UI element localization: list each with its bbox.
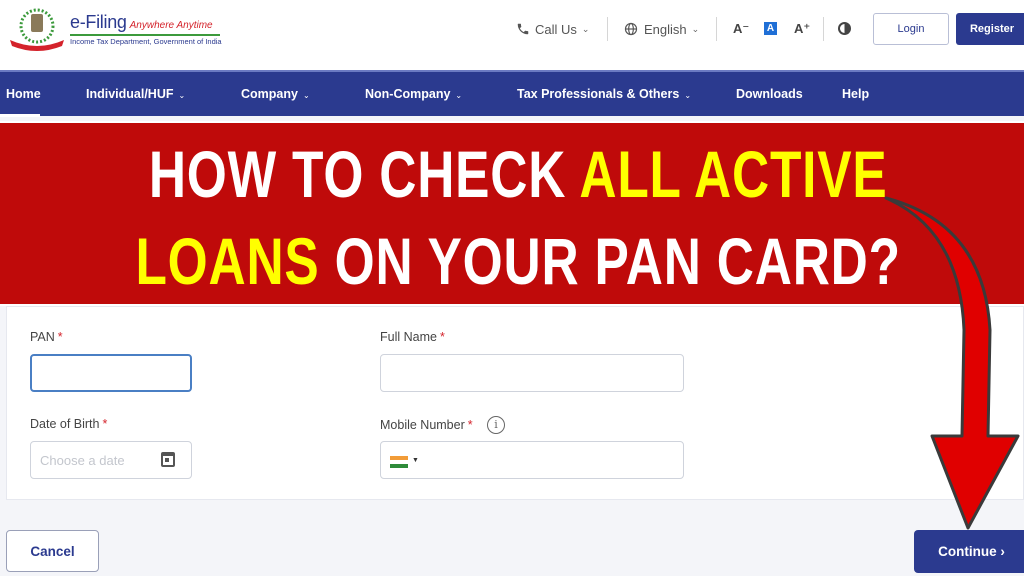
globe-icon <box>624 22 638 36</box>
chevron-down-icon: ⌄ <box>691 23 700 34</box>
brand-divider <box>70 34 220 36</box>
info-icon[interactable]: i <box>487 416 505 434</box>
nav-item-company[interactable]: Company ⌄ <box>241 87 310 101</box>
title-banner: HOW TO CHECK ALL ACTIVE LOANS ON YOUR PA… <box>0 121 1024 306</box>
full-name-input[interactable] <box>380 354 684 392</box>
login-button[interactable]: Login <box>873 13 949 45</box>
chevron-down-icon: ⌄ <box>581 23 590 34</box>
nav-item-downloads[interactable]: Downloads <box>736 87 803 101</box>
dob-placeholder: Choose a date <box>40 453 125 468</box>
brand-subtitle: Income Tax Department, Government of Ind… <box>70 37 222 46</box>
pan-input[interactable] <box>30 354 192 392</box>
top-header: e-Filing Anywhere Anytime Income Tax Depa… <box>0 0 1024 70</box>
banner-line-1: HOW TO CHECK ALL ACTIVE <box>148 137 888 211</box>
cancel-button[interactable]: Cancel <box>6 530 99 572</box>
banner-line-2: LOANS ON YOUR PAN CARD? <box>135 224 901 298</box>
phone-icon <box>517 23 529 35</box>
call-us-dropdown[interactable]: Call Us ⌄ <box>516 12 589 46</box>
page: e-Filing Anywhere Anytime Income Tax Depa… <box>0 0 1024 576</box>
chevron-down-icon: ⌄ <box>302 91 310 100</box>
font-default-button[interactable]: A <box>764 22 777 35</box>
emblem-logo-icon <box>10 8 64 51</box>
font-increase-button[interactable]: A⁺ <box>794 21 810 37</box>
main-nav: Home Individual/HUF ⌄ Company ⌄ Non-Compan… <box>0 70 1024 117</box>
brand-title: e-Filing <box>70 12 127 32</box>
caret-down-icon[interactable]: ▼ <box>412 457 419 464</box>
chevron-down-icon: ⌄ <box>178 91 186 100</box>
india-flag-icon[interactable] <box>390 456 408 468</box>
chevron-down-icon: ⌄ <box>455 91 463 100</box>
brand-tagline: Anywhere Anytime <box>129 20 213 31</box>
mobile-input[interactable]: ▼ <box>380 441 684 479</box>
brand[interactable]: e-Filing Anywhere Anytime Income Tax Depa… <box>70 12 222 46</box>
call-us-label: Call Us <box>535 21 577 37</box>
divider <box>823 17 824 41</box>
mobile-label: Mobile Number * <box>380 418 473 432</box>
dob-label: Date of Birth * <box>30 417 108 431</box>
nav-item-home[interactable]: Home <box>6 87 41 101</box>
language-label: English <box>644 21 687 37</box>
nav-item-tax-professionals[interactable]: Tax Professionals & Others ⌄ <box>517 87 691 101</box>
chevron-down-icon: ⌄ <box>684 91 692 100</box>
register-button[interactable]: Register <box>956 13 1024 45</box>
nav-item-help[interactable]: Help <box>842 87 869 101</box>
contrast-toggle-icon[interactable] <box>838 22 851 35</box>
continue-button[interactable]: Continue › <box>914 530 1024 573</box>
nav-item-individual-huf[interactable]: Individual/HUF ⌄ <box>86 87 185 101</box>
calendar-icon[interactable] <box>161 452 175 467</box>
pan-label: PAN * <box>30 330 63 344</box>
active-nav-indicator <box>0 114 40 117</box>
language-dropdown[interactable]: English ⌄ <box>624 12 699 46</box>
nav-item-non-company[interactable]: Non-Company ⌄ <box>365 87 462 101</box>
full-name-label: Full Name * <box>380 330 445 344</box>
font-decrease-button[interactable]: A⁻ <box>733 21 749 37</box>
divider <box>607 17 608 41</box>
dob-input[interactable]: Choose a date <box>30 441 192 479</box>
divider <box>716 17 717 41</box>
